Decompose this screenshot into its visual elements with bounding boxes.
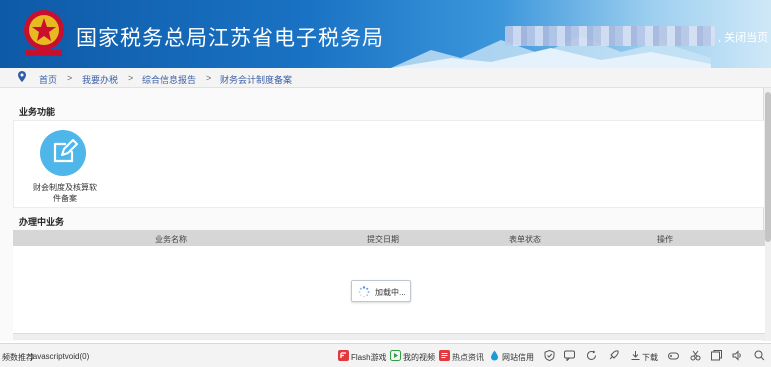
function-tile-label[interactable]: 财会制度及核算软件备案 [30,182,100,204]
breadcrumb-separator: > [206,73,212,83]
refresh-icon[interactable] [586,350,597,361]
flash-game-icon [338,350,349,361]
breadcrumb-separator: > [128,73,134,83]
section-title-business-functions: 业务功能 [19,107,56,117]
status-url: javascriptvoid(0) [31,352,90,361]
scrollbar-thumb[interactable] [765,92,771,242]
status-hot-news[interactable]: 热点资讯 [452,352,484,363]
speaker-icon[interactable] [732,350,743,361]
status-flash-games[interactable]: Flash游戏 [351,352,387,363]
gamepad-icon[interactable] [668,350,679,361]
status-my-videos[interactable]: 我的视频 [403,352,435,363]
rocket-icon[interactable] [608,350,619,361]
breadcrumb: 首页 > 我要办税 > 综合信息报告 > 财务会计制度备案 [0,68,771,88]
cut-icon[interactable] [690,350,701,361]
status-left-text[interactable]: 频数推荐 [2,352,34,363]
loading-indicator: 加载中... [351,280,411,302]
water-drop-icon [491,350,498,361]
tax-emblem-logo [24,10,64,56]
window-icon[interactable] [711,350,722,361]
edit-icon [53,139,78,163]
loading-spinner-icon [358,286,370,298]
close-page-link[interactable]: , 关闭当页 [718,29,768,45]
column-header-action: 操作 [657,235,673,244]
function-tile-accounting-filing[interactable] [40,130,86,176]
breadcrumb-current: 财务会计制度备案 [220,75,293,85]
horizontal-scrollbar[interactable] [13,333,765,340]
breadcrumb-tax-service[interactable]: 我要办税 [82,73,118,86]
breadcrumb-info-report[interactable]: 综合信息报告 [142,73,196,86]
news-icon [439,350,450,361]
loading-text: 加载中... [375,288,406,297]
business-functions-panel [13,120,765,208]
column-header-business-name: 业务名称 [155,235,187,244]
video-icon [390,350,401,361]
header-banner: 国家税务总局江苏省电子税务局 , 关闭当页 [0,0,771,68]
breadcrumb-separator: > [67,73,73,83]
breadcrumb-home[interactable]: 首页 [39,73,57,86]
in-progress-table-header: 业务名称 提交日期 表单状态 操作 [13,230,765,246]
column-header-form-status: 表单状态 [509,235,541,244]
column-header-submit-date: 提交日期 [367,235,399,244]
chat-icon[interactable] [564,350,575,361]
status-download[interactable]: 下载 [642,352,658,363]
shield-icon[interactable] [544,350,555,361]
user-info-blurred [505,26,715,46]
download-icon [631,351,640,360]
location-pin-icon [18,71,26,82]
site-title: 国家税务总局江苏省电子税务局 [76,26,384,50]
browser-status-bar: 频数推荐 javascriptvoid(0) Flash游戏 我的视频 热点资讯… [0,343,771,367]
zoom-icon[interactable] [754,350,765,361]
section-title-in-progress: 办理中业务 [19,217,65,227]
status-site-credit[interactable]: 网站信用 [502,352,534,363]
